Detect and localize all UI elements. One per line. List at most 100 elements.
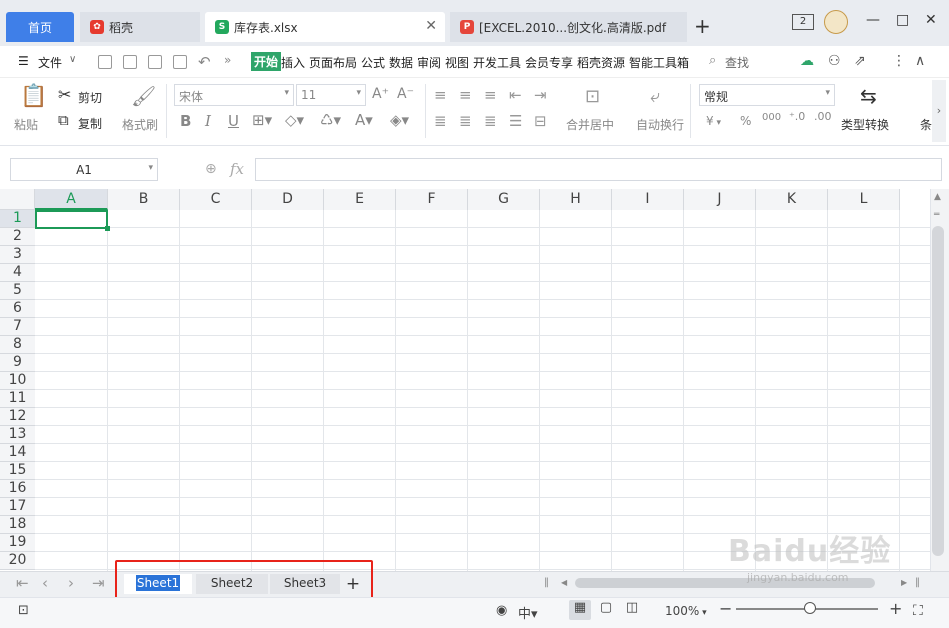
tab-pdf[interactable]: P [EXCEL.2010...创文化.高清版.pdf (450, 12, 687, 42)
export-icon[interactable] (123, 55, 137, 69)
new-tab-button[interactable]: + (694, 14, 711, 38)
percent-button[interactable]: % (740, 114, 751, 128)
underline-icon[interactable]: U (228, 114, 239, 129)
row-header-11[interactable]: 11 (0, 390, 35, 408)
decrease-decimal-icon[interactable]: .00 (814, 111, 832, 122)
row-header-3[interactable]: 3 (0, 246, 35, 264)
row-header-4[interactable]: 4 (0, 264, 35, 282)
row-header-18[interactable]: 18 (0, 516, 35, 534)
column-header-g[interactable]: G (468, 189, 540, 210)
paste-icon[interactable]: 📋 (20, 86, 47, 108)
column-header-k[interactable]: K (756, 189, 828, 210)
menu-view[interactable]: 视图 (445, 54, 469, 71)
next-sheet-icon[interactable]: › (68, 574, 74, 592)
select-all-corner[interactable] (0, 189, 35, 210)
paste-label[interactable]: 粘贴 (14, 116, 38, 133)
decrease-font-icon[interactable]: A⁻ (397, 87, 414, 101)
hamburger-icon[interactable]: ☰ (18, 54, 29, 68)
decrease-indent-icon[interactable]: ⇤ (509, 88, 522, 103)
copy-icon[interactable]: ⧉ (58, 113, 69, 128)
chevron-down-icon[interactable]: ∨ (69, 54, 76, 65)
align-center-icon[interactable]: ≣ (459, 114, 472, 129)
print-icon[interactable] (148, 55, 162, 69)
row-header-13[interactable]: 13 (0, 426, 35, 444)
close-window-button[interactable]: ✕ (925, 12, 937, 28)
name-box[interactable]: A1 ▾ (10, 158, 158, 181)
scroll-up-icon[interactable]: ▲ (934, 192, 941, 202)
column-header-l[interactable]: L (828, 189, 900, 210)
input-method-icon[interactable]: 中▾ (518, 603, 538, 622)
normal-view-icon[interactable]: ▦ (569, 600, 591, 620)
increase-indent-icon[interactable]: ⇥ (534, 88, 547, 103)
bold-icon[interactable]: B (180, 114, 191, 129)
row-header-14[interactable]: 14 (0, 444, 35, 462)
merge-center-label[interactable]: 合并居中 (566, 116, 614, 133)
align-middle-icon[interactable]: ≡ (459, 88, 472, 103)
row-header-6[interactable]: 6 (0, 300, 35, 318)
number-format-select[interactable]: 常规 ▾ (699, 84, 835, 106)
maximize-button[interactable]: □ (896, 12, 909, 28)
fullscreen-icon[interactable]: ⛶ (913, 603, 923, 619)
menu-daoke-resources[interactable]: 稻壳资源 (577, 54, 625, 71)
increase-font-icon[interactable]: A⁺ (372, 87, 389, 101)
eraser-icon[interactable]: ◈▾ (390, 113, 409, 128)
more-options-icon[interactable]: ⋮ (892, 53, 906, 69)
spreadsheet-grid[interactable]: ABCDEFGHIJKL 1 2 3 4 5 6 7 8 9 10 11 12 13 14 15 16 17 18… (0, 189, 930, 571)
font-size-select[interactable]: 11 ▾ (296, 84, 366, 106)
hscroll-split-icon[interactable]: ‖ (544, 577, 549, 588)
zoom-in-button[interactable]: + (889, 599, 902, 618)
align-bottom-icon[interactable]: ≡ (484, 88, 497, 103)
copy-label[interactable]: 复制 (78, 115, 102, 132)
menu-developer[interactable]: 开发工具 (473, 54, 521, 71)
active-cell[interactable] (35, 210, 110, 231)
column-header-b[interactable]: B (108, 189, 180, 210)
row-header-17[interactable]: 17 (0, 498, 35, 516)
increase-decimal-icon[interactable]: ⁺.0 (789, 111, 805, 122)
scissors-icon[interactable]: ✂ (58, 87, 71, 103)
column-header-j[interactable]: J (684, 189, 756, 210)
menu-data[interactable]: 数据 (389, 54, 413, 71)
search-icon[interactable]: ⌕ (709, 53, 716, 68)
print-preview-icon[interactable] (173, 55, 187, 69)
align-top-icon[interactable]: ≡ (434, 88, 447, 103)
merge-cells-icon[interactable]: ⊡ (585, 88, 600, 106)
collapse-ribbon-icon[interactable]: ∧ (915, 53, 925, 69)
column-header-f[interactable]: F (396, 189, 468, 210)
first-sheet-icon[interactable]: ⇤ (16, 574, 29, 592)
tab-workbook[interactable]: S 库存表.xlsx ✕ (205, 12, 445, 42)
search-label[interactable]: 查找 (725, 54, 749, 71)
more-quick-icon[interactable]: » (224, 53, 231, 67)
share-user-icon[interactable]: ⚇ (828, 53, 841, 69)
close-icon[interactable]: ✕ (425, 18, 437, 34)
minimize-button[interactable]: — (866, 12, 880, 28)
column-header-d[interactable]: D (252, 189, 324, 210)
fill-handle[interactable] (105, 226, 110, 231)
hscroll-split-right-icon[interactable]: ‖ (915, 577, 920, 588)
format-painter-label[interactable]: 格式刷 (122, 116, 158, 133)
column-header-c[interactable]: C (180, 189, 252, 210)
row-header-5[interactable]: 5 (0, 282, 35, 300)
row-header-9[interactable]: 9 (0, 354, 35, 372)
page-layout-view-icon[interactable]: ▢ (595, 600, 617, 620)
type-convert-icon[interactable]: ⇆ (860, 86, 877, 106)
row-header-12[interactable]: 12 (0, 408, 35, 426)
shapes-icon[interactable]: ♺▾ (320, 113, 341, 128)
window-count-badge[interactable]: 2 (792, 14, 814, 30)
scroll-left-icon[interactable]: ◀ (561, 578, 567, 587)
undo-icon[interactable]: ↶ (198, 53, 211, 71)
menu-page-layout[interactable]: 页面布局 (309, 54, 357, 71)
thousands-separator-button[interactable]: 000 (762, 112, 781, 123)
share-icon[interactable]: ⇗ (854, 53, 866, 69)
format-painter-icon[interactable]: 🖌 (131, 86, 156, 106)
scroll-right-icon[interactable]: ▶ (901, 578, 907, 587)
menu-member[interactable]: 会员专享 (525, 54, 573, 71)
row-header-8[interactable]: 8 (0, 336, 35, 354)
font-color-icon[interactable]: A▾ (355, 113, 373, 128)
chevron-down-icon[interactable]: ▾ (148, 163, 153, 173)
cloud-sync-icon[interactable]: ☁ (800, 53, 814, 69)
menu-review[interactable]: 审阅 (417, 54, 441, 71)
eye-protect-icon[interactable]: ◉ (496, 603, 507, 618)
prev-sheet-icon[interactable]: ‹ (42, 574, 48, 592)
menu-file[interactable]: 文件 (38, 54, 62, 71)
border-icon[interactable]: ⊞▾ (252, 113, 272, 128)
